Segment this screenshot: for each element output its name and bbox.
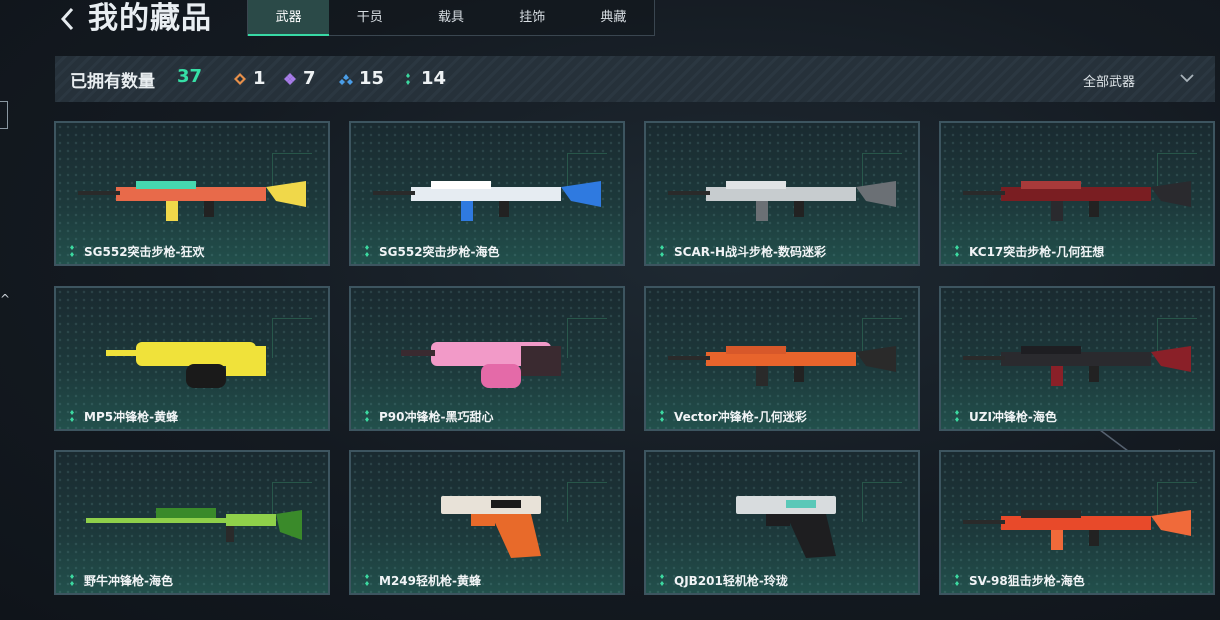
weapon-card[interactable]: UZI冲锋枪-海色 — [939, 286, 1215, 431]
weapon-filter-select[interactable]: 全部武器 — [1083, 71, 1135, 90]
summary-bar: 已拥有数量 37 1 7 15 14 全部武器 — [55, 56, 1215, 102]
smg-icon — [106, 342, 266, 388]
green-diamond-icon — [70, 245, 74, 257]
blue-diamond-icon — [339, 73, 353, 85]
side-panel-handle[interactable] — [0, 101, 8, 129]
weapon-card[interactable]: 野牛冲锋枪-海色 — [54, 450, 330, 595]
weapon-name: SV-98狙击步枪-海色 — [969, 574, 1085, 588]
page-title: 我的藏品 — [88, 1, 212, 36]
green-diamond-icon — [955, 245, 959, 257]
green-diamond-icon — [365, 410, 369, 422]
back-button[interactable] — [58, 6, 78, 32]
chevron-left-icon — [60, 7, 74, 31]
tab-vehicles[interactable]: 载具 — [410, 0, 491, 35]
purple-diamond-icon — [284, 72, 296, 85]
weapon-name: M249轻机枪-黄蜂 — [379, 574, 481, 588]
green-diamond-icon — [955, 410, 959, 422]
green-diamond-icon — [660, 245, 664, 257]
green-diamond-icon — [70, 574, 74, 586]
weapon-name: 野牛冲锋枪-海色 — [84, 574, 173, 588]
tab-collection[interactable]: 典藏 — [573, 0, 654, 35]
tab-operators[interactable]: 干员 — [329, 0, 410, 35]
weapon-image — [961, 151, 1193, 231]
weapon-card[interactable]: Vector冲锋枪-几何迷彩 — [644, 286, 920, 431]
rarity-count: 1 — [253, 68, 266, 89]
owned-count-label: 已拥有数量 — [70, 72, 155, 92]
rifle-icon — [963, 181, 1191, 221]
rifle-icon — [963, 346, 1191, 386]
category-tabs: 武器 干员 载具 挂饰 典藏 — [247, 0, 655, 36]
weapon-image — [666, 151, 898, 231]
rarity-count: 15 — [359, 68, 385, 89]
weapon-card[interactable]: QJB201轻机枪-玲珑 — [644, 450, 920, 595]
green-diamond-icon — [406, 72, 410, 85]
weapon-card[interactable]: MP5冲锋枪-黄蜂 — [54, 286, 330, 431]
weapon-name: SCAR-H战斗步枪-数码迷彩 — [674, 245, 826, 259]
weapon-image — [371, 480, 603, 560]
owned-count-value: 37 — [177, 66, 203, 87]
weapon-card[interactable]: KC17突击步枪-几何狂想 — [939, 121, 1215, 266]
rifle-icon — [668, 346, 896, 386]
orange-diamond-icon — [234, 72, 246, 85]
green-diamond-icon — [660, 574, 664, 586]
sniper-icon — [86, 508, 302, 542]
caret-up-icon[interactable]: ^ — [0, 292, 10, 306]
rarity-green: 14 — [401, 68, 446, 89]
weapon-image — [371, 316, 603, 396]
pistol-icon — [441, 496, 541, 558]
weapon-name: MP5冲锋枪-黄蜂 — [84, 410, 179, 424]
green-diamond-icon — [365, 574, 369, 586]
rarity-count: 14 — [421, 68, 447, 89]
tab-weapons[interactable]: 武器 — [248, 0, 330, 36]
pistol-icon — [736, 496, 836, 558]
weapon-image — [76, 151, 308, 231]
rarity-orange: 1 — [233, 68, 266, 89]
rifle-icon — [963, 510, 1191, 550]
weapon-card[interactable]: M249轻机枪-黄蜂 — [349, 450, 625, 595]
rarity-purple: 7 — [283, 68, 316, 89]
rifle-icon — [668, 181, 896, 221]
weapon-image — [666, 316, 898, 396]
smg-icon — [401, 342, 561, 388]
chevron-down-icon[interactable] — [1179, 70, 1195, 86]
weapon-name: QJB201轻机枪-玲珑 — [674, 574, 788, 588]
weapon-name: KC17突击步枪-几何狂想 — [969, 245, 1105, 259]
green-diamond-icon — [70, 410, 74, 422]
weapon-image — [666, 480, 898, 560]
green-diamond-icon — [660, 410, 664, 422]
rifle-icon — [78, 181, 306, 221]
rarity-count: 7 — [303, 68, 316, 89]
weapon-image — [961, 316, 1193, 396]
rifle-icon — [373, 181, 601, 221]
weapon-name: Vector冲锋枪-几何迷彩 — [674, 410, 807, 424]
weapon-name: SG552突击步枪-狂欢 — [84, 245, 205, 259]
tab-charms[interactable]: 挂饰 — [492, 0, 573, 35]
weapon-card[interactable]: SG552突击步枪-狂欢 — [54, 121, 330, 266]
weapon-image — [76, 480, 308, 560]
weapon-card[interactable]: SG552突击步枪-海色 — [349, 121, 625, 266]
weapon-name: SG552突击步枪-海色 — [379, 245, 500, 259]
rarity-blue: 15 — [339, 68, 384, 89]
green-diamond-icon — [365, 245, 369, 257]
weapon-card[interactable]: SCAR-H战斗步枪-数码迷彩 — [644, 121, 920, 266]
weapon-card[interactable]: P90冲锋枪-黑巧甜心 — [349, 286, 625, 431]
weapon-image — [961, 480, 1193, 560]
weapon-image — [76, 316, 308, 396]
weapon-image — [371, 151, 603, 231]
weapon-name: UZI冲锋枪-海色 — [969, 410, 1057, 424]
weapon-name: P90冲锋枪-黑巧甜心 — [379, 410, 494, 424]
weapon-card[interactable]: SV-98狙击步枪-海色 — [939, 450, 1215, 595]
green-diamond-icon — [955, 574, 959, 586]
